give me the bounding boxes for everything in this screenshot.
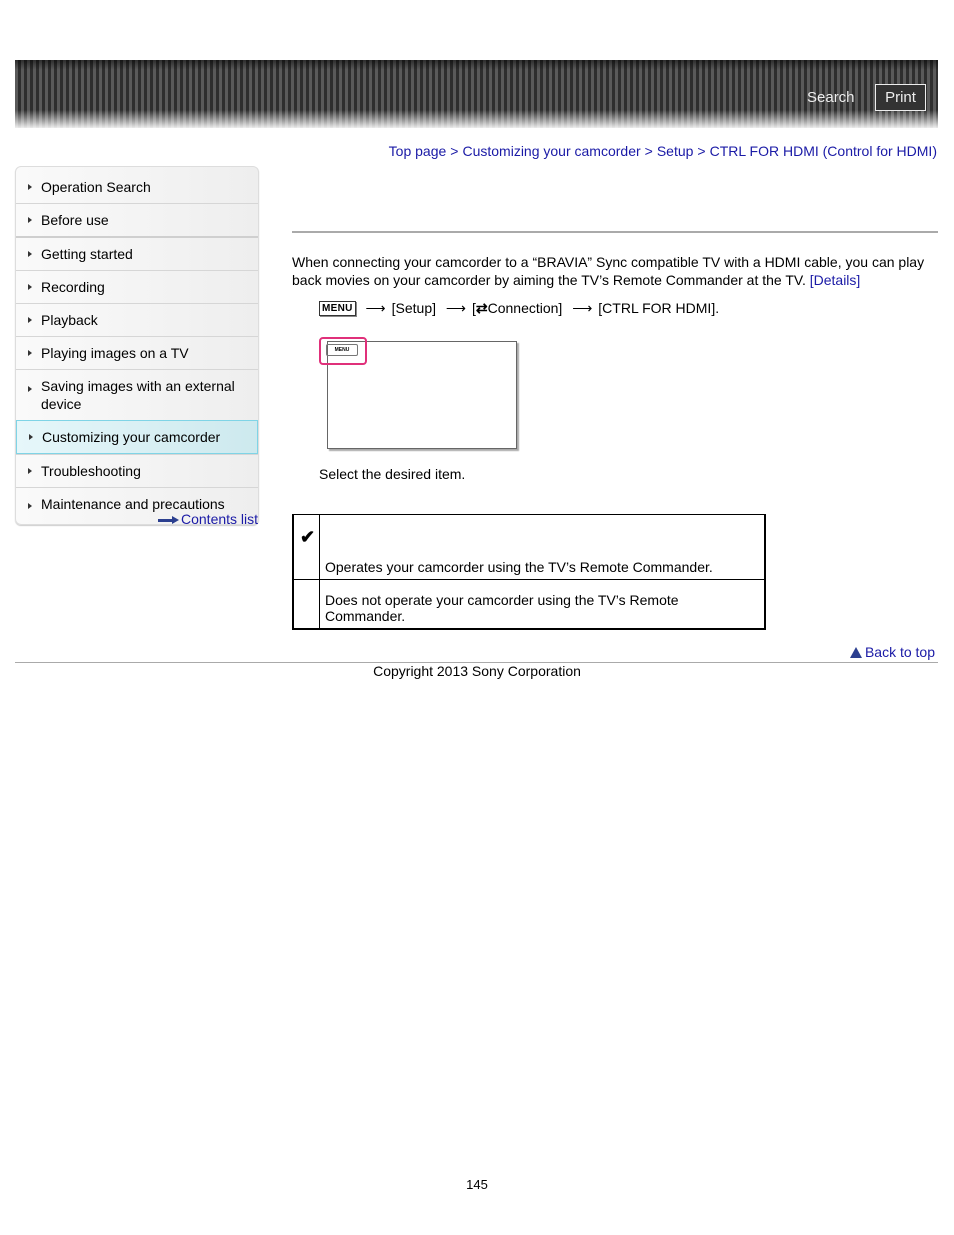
step-connection: Connection] <box>487 300 563 316</box>
sidebar-item-label: Recording <box>41 279 105 295</box>
intro-paragraph: When connecting your camcorder to a “BRA… <box>292 253 937 289</box>
triangle-right-icon <box>28 317 32 323</box>
menu-key-icon: MENU <box>319 301 356 316</box>
triangle-right-icon <box>28 503 32 509</box>
options-table: ✔ Operates your camcorder using the TV’s… <box>292 514 766 630</box>
breadcrumb-top-page[interactable]: Top page <box>389 143 447 159</box>
arrow-right-icon <box>158 515 180 525</box>
triangle-right-icon <box>28 284 32 290</box>
arrow-right-icon: ⟶ <box>572 300 593 316</box>
step-setup: [Setup] <box>391 300 436 316</box>
triangle-right-icon <box>29 434 33 440</box>
sidebar-item-label: Troubleshooting <box>41 463 141 479</box>
sidebar-item-label: Playback <box>41 312 98 328</box>
sidebar-item-label: Playing images on a TV <box>41 345 189 361</box>
sidebar-item-label: Before use <box>41 212 109 228</box>
breadcrumb-current[interactable]: CTRL FOR HDMI (Control for HDMI) <box>710 143 937 159</box>
triangle-right-icon <box>28 350 32 356</box>
table-row: ✔ Operates your camcorder using the TV’s… <box>292 514 766 580</box>
breadcrumb-separator: > <box>450 143 459 159</box>
arrow-right-icon: ⟶ <box>365 300 386 316</box>
copyright-text: Copyright 2013 Sony Corporation <box>0 663 954 679</box>
sidebar-item-operation-search[interactable]: Operation Search <box>16 167 258 203</box>
breadcrumb-setup[interactable]: Setup <box>657 143 694 159</box>
triangle-right-icon <box>28 386 32 392</box>
back-to-top-link[interactable]: Back to top <box>849 644 935 660</box>
arrow-right-icon: ⟶ <box>445 300 466 316</box>
sidebar-item-getting-started[interactable]: Getting started <box>16 236 258 270</box>
details-link[interactable]: [Details] <box>810 272 861 288</box>
contents-list-link[interactable]: Contents list <box>158 511 258 527</box>
triangle-right-icon <box>28 217 32 223</box>
checkmark-icon: ✔ <box>292 514 320 580</box>
breadcrumb-separator: > <box>697 143 706 159</box>
sidebar-nav: Operation Search Before use Getting star… <box>15 166 259 525</box>
sidebar-item-recording[interactable]: Recording <box>16 270 258 303</box>
print-button[interactable]: Print <box>875 84 926 111</box>
triangle-right-icon <box>28 468 32 474</box>
sidebar-item-label: Customizing your camcorder <box>42 429 221 445</box>
page-number: 145 <box>466 1177 488 1192</box>
menu-steps: MENU ⟶ [Setup] ⟶ [⇄Connection] ⟶ [CTRL FOR … <box>319 298 719 318</box>
option-description: Does not operate your camcorder using th… <box>319 579 766 630</box>
triangle-right-icon <box>28 251 32 257</box>
title-divider <box>292 231 938 233</box>
sidebar-item-label: Maintenance and precautions <box>41 496 225 512</box>
sidebar-item-playback[interactable]: Playback <box>16 303 258 336</box>
connection-icon: ⇄ <box>475 300 488 316</box>
search-link[interactable]: Search <box>807 89 855 106</box>
sidebar-item-label: Saving images with an external device <box>41 378 235 412</box>
sidebar-item-playing-images-tv[interactable]: Playing images on a TV <box>16 336 258 369</box>
header-bar: Search Print <box>15 60 938 128</box>
contents-list-label: Contents list <box>181 511 259 527</box>
sidebar-item-troubleshooting[interactable]: Troubleshooting <box>16 454 258 487</box>
sidebar-item-customizing[interactable]: Customizing your camcorder <box>16 420 258 454</box>
header-shade <box>15 60 938 70</box>
sidebar-item-before-use[interactable]: Before use <box>16 203 258 236</box>
option-description: Operates your camcorder using the TV’s R… <box>319 514 766 580</box>
sidebar-item-saving-images[interactable]: Saving images with an external device <box>16 369 258 420</box>
breadcrumb: Top page > Customizing your camcorder > Setu… <box>389 143 937 159</box>
back-to-top-label: Back to top <box>864 644 935 660</box>
option-mark-empty <box>292 579 320 630</box>
breadcrumb-separator: > <box>644 143 653 159</box>
triangle-right-icon <box>28 184 32 190</box>
triangle-up-icon <box>849 647 862 658</box>
step-ctrl-hdmi: [CTRL FOR HDMI]. <box>598 300 720 316</box>
copyright-label: Copyright 2013 Sony Corporation <box>373 663 581 679</box>
menu-highlight-frame <box>319 337 367 365</box>
sidebar-item-label: Getting started <box>41 246 133 262</box>
breadcrumb-customizing[interactable]: Customizing your camcorder <box>462 143 640 159</box>
table-row: Does not operate your camcorder using th… <box>292 579 766 630</box>
select-instruction: Select the desired item. <box>319 466 466 482</box>
sidebar-item-label: Operation Search <box>41 179 151 195</box>
